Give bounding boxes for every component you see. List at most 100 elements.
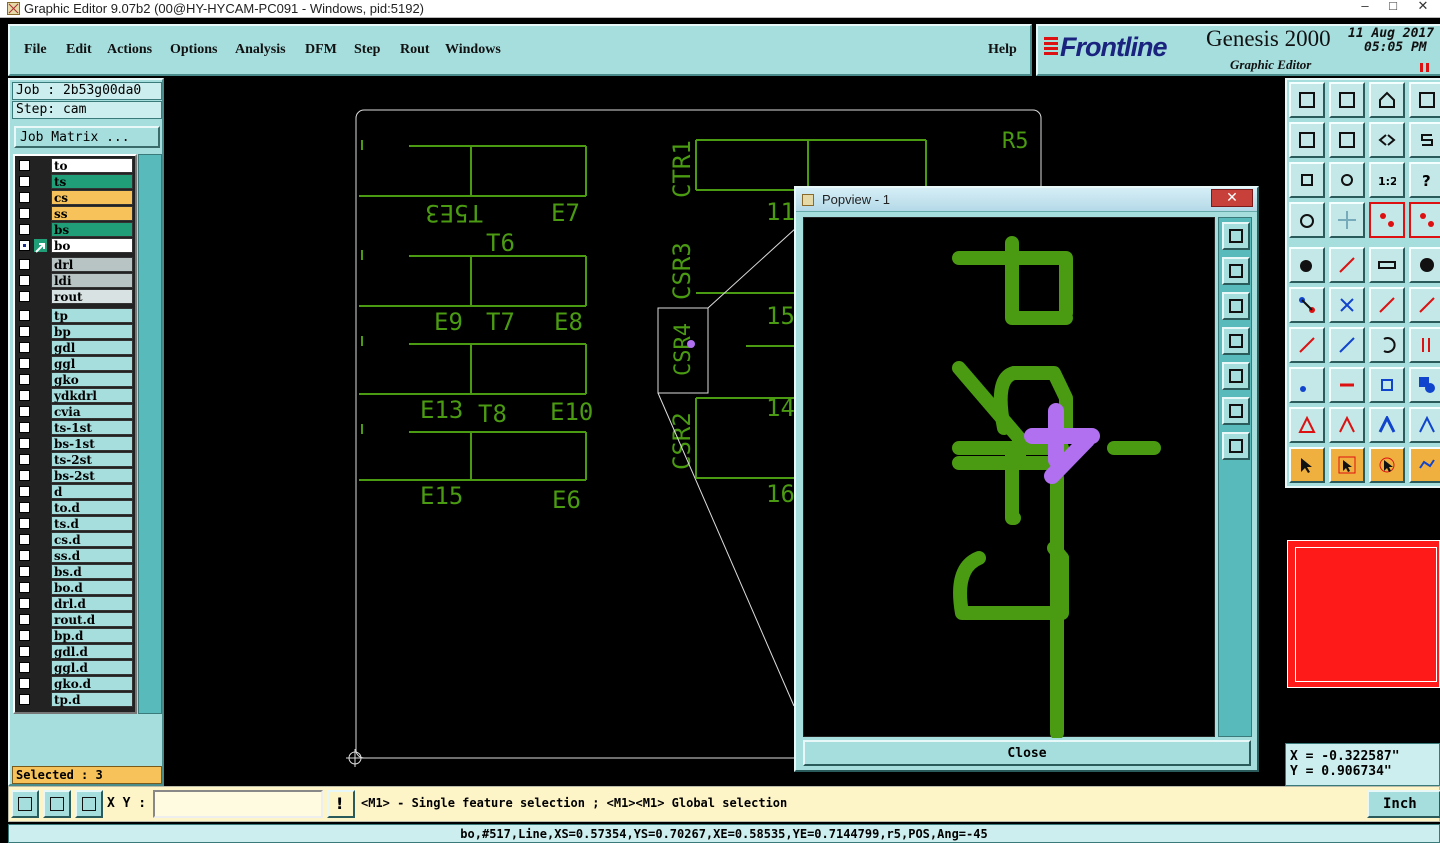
connect-tool[interactable] — [1289, 287, 1325, 323]
layer-name[interactable]: cvia — [51, 404, 133, 419]
arrow-add-tool[interactable] — [1369, 287, 1405, 323]
layer-state-icon[interactable] — [34, 405, 47, 418]
layer-checkbox[interactable] — [19, 454, 30, 465]
layer-state-icon[interactable] — [34, 581, 47, 594]
layer-state-icon[interactable] — [34, 159, 47, 172]
zoom-center-tool[interactable] — [1329, 162, 1365, 198]
popview-pan-up-button[interactable] — [1222, 257, 1250, 285]
layer-name[interactable]: ts-1st — [51, 420, 133, 435]
popview-pan-left-button[interactable] — [1222, 327, 1250, 355]
layer-name[interactable]: rout.d — [51, 612, 133, 627]
layer-checkbox[interactable] — [19, 224, 30, 235]
layer-row-bp[interactable]: bp — [17, 324, 135, 339]
layer-name[interactable]: to.d — [51, 500, 133, 515]
layer-name[interactable]: gko — [51, 372, 133, 387]
dot-tool[interactable] — [1409, 247, 1440, 283]
snap-center-tool[interactable] — [1409, 202, 1440, 238]
layer-row-gdl.d[interactable]: gdl.d — [17, 644, 135, 659]
layer-row-rout.d[interactable]: rout.d — [17, 612, 135, 627]
layer-state-icon[interactable] — [34, 325, 47, 338]
layer-state-icon[interactable] — [34, 191, 47, 204]
menu-windows[interactable]: Windows — [445, 42, 501, 58]
layer-name[interactable]: bo — [51, 238, 133, 253]
layer-checkbox[interactable] — [19, 550, 30, 561]
center-tool[interactable] — [1369, 367, 1405, 403]
layer-checkbox[interactable] — [19, 598, 30, 609]
layer-row-bp.d[interactable]: bp.d — [17, 628, 135, 643]
layer-name[interactable]: tp — [51, 308, 133, 323]
layer-row-tp[interactable]: tp — [17, 308, 135, 323]
zoom-fit-tool[interactable] — [1289, 162, 1325, 198]
pan-right-tool[interactable] — [1329, 122, 1365, 158]
arch-tool[interactable] — [1369, 407, 1405, 443]
minus-tool[interactable] — [1329, 367, 1365, 403]
layer-row-gko.d[interactable]: gko.d — [17, 676, 135, 691]
layer-checkbox[interactable] — [19, 240, 30, 251]
point-tool[interactable] — [1289, 367, 1325, 403]
layer-row-d[interactable]: d — [17, 484, 135, 499]
layer-state-icon[interactable] — [34, 453, 47, 466]
layer-row-bo.d[interactable]: bo.d — [17, 580, 135, 595]
layer-list-scrollbar[interactable] — [138, 154, 162, 714]
layer-name[interactable]: ggl.d — [51, 660, 133, 675]
layer-row-ggl[interactable]: ggl — [17, 356, 135, 371]
layer-state-icon[interactable] — [34, 437, 47, 450]
menu-analysis[interactable]: Analysis — [235, 42, 286, 58]
layer-state-icon[interactable] — [34, 309, 47, 322]
layer-row-drl.d[interactable]: drl.d — [17, 596, 135, 611]
layer-name[interactable]: to — [51, 158, 133, 173]
layer-checkbox[interactable] — [19, 291, 30, 302]
layer-checkbox[interactable] — [19, 208, 30, 219]
cross-tool[interactable] — [1329, 287, 1365, 323]
arrow-move-tool[interactable] — [1409, 287, 1440, 323]
layer-state-icon[interactable] — [34, 469, 47, 482]
layer-row-cs.d[interactable]: cs.d — [17, 532, 135, 547]
layer-state-icon[interactable] — [34, 549, 47, 562]
select-arrow-tool[interactable] — [1289, 447, 1325, 483]
layer-state-icon[interactable] — [34, 274, 47, 287]
layer-state-icon[interactable] — [34, 421, 47, 434]
layer-row-bs.d[interactable]: bs.d — [17, 564, 135, 579]
menu-step[interactable]: Step — [354, 42, 380, 58]
layer-checkbox[interactable] — [19, 310, 30, 321]
layer-row-gko[interactable]: gko — [17, 372, 135, 387]
layer-row-ss[interactable]: ss — [17, 206, 135, 221]
scale-1to2-tool[interactable]: 1:2 — [1369, 162, 1405, 198]
layer-row-bo[interactable]: bo — [17, 238, 135, 253]
layer-name[interactable]: ss.d — [51, 548, 133, 563]
layer-checkbox[interactable] — [19, 192, 30, 203]
menu-edit[interactable]: Edit — [66, 42, 92, 58]
layer-checkbox[interactable] — [19, 694, 30, 705]
layer-checkbox[interactable] — [19, 614, 30, 625]
layer-name[interactable]: ggl — [51, 356, 133, 371]
layer-checkbox[interactable] — [19, 390, 30, 401]
popview-close-icon[interactable]: ✕ — [1211, 189, 1253, 207]
popview-home-button[interactable] — [1222, 432, 1250, 460]
menu-help[interactable]: Help — [988, 42, 1017, 58]
layer-row-to[interactable]: to — [17, 158, 135, 173]
layer-state-icon[interactable] — [34, 645, 47, 658]
layer-checkbox[interactable] — [19, 630, 30, 641]
layer-name[interactable]: bo.d — [51, 580, 133, 595]
layer-name[interactable]: ts-2st — [51, 452, 133, 467]
layer-state-icon[interactable] — [34, 389, 47, 402]
layer-row-cvia[interactable]: cvia — [17, 404, 135, 419]
layer-checkbox[interactable] — [19, 502, 30, 513]
layer-name[interactable]: drl.d — [51, 596, 133, 611]
layer-row-ydkdrl[interactable]: ydkdrl — [17, 388, 135, 403]
measure-icon[interactable] — [43, 790, 71, 818]
layer-name[interactable]: drl — [51, 257, 133, 272]
layer-checkbox[interactable] — [19, 438, 30, 449]
layer-row-ggl.d[interactable]: ggl.d — [17, 660, 135, 675]
popview-zoom-in-button[interactable] — [1222, 222, 1250, 250]
popview-fit-button[interactable] — [1222, 397, 1250, 425]
layer-name[interactable]: rout — [51, 289, 133, 304]
layer-row-cs[interactable]: cs — [17, 190, 135, 205]
menu-options[interactable]: Options — [170, 42, 217, 58]
pause-icon[interactable] — [1420, 63, 1429, 72]
layer-state-icon[interactable] — [34, 175, 47, 188]
layer-checkbox[interactable] — [19, 326, 30, 337]
layer-state-icon[interactable] — [34, 485, 47, 498]
layer-name[interactable]: ldi — [51, 273, 133, 288]
layer-checkbox[interactable] — [19, 566, 30, 577]
